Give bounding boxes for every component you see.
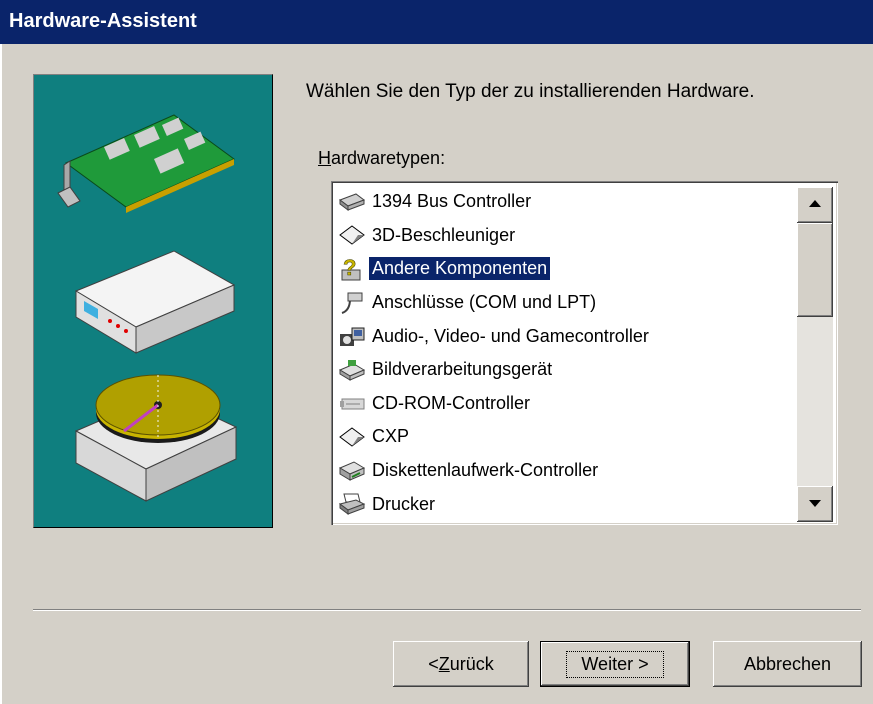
list-item-label: CD-ROM-Controller [372,392,531,413]
list-items: 1394 Bus Controller 3D-Beschleuniger? Ande… [335,185,798,521]
next-button[interactable]: Weiter > [540,641,690,687]
list-item[interactable]: Diskettenlaufwerk-Controller [335,454,798,488]
diamond-icon [335,425,369,449]
wizard-illustration-panel [33,74,273,528]
svg-text:?: ? [343,256,356,280]
list-item-label: Drucker [372,493,436,514]
expansion-card-icon [57,114,235,213]
scroll-up-button[interactable] [797,187,833,223]
cancel-button[interactable]: Abbrechen [713,641,862,687]
list-item[interactable]: Drucker [335,487,798,521]
list-item[interactable]: Audio-, Video- und Gamecontroller [335,319,798,353]
floppy-controller-icon [335,459,369,483]
port-plug-icon [335,291,369,315]
arrow-down-icon [809,500,821,507]
scanner-icon [335,358,369,382]
list-item[interactable]: 1394 Bus Controller [335,185,798,219]
list-item-label: Anschlüsse (COM und LPT) [372,292,597,313]
modem-icon [74,250,236,354]
list-item[interactable]: CD-ROM-Controller [335,387,798,421]
hard-disk-icon [74,374,238,502]
question-device-icon: ? [335,256,369,281]
window-title: Hardware-Assistent [9,10,197,32]
list-item[interactable]: CXP [335,420,798,454]
hardware-illustration [57,114,238,502]
bus-controller-icon [335,190,369,214]
list-item-label: CXP [372,426,410,447]
hardware-types-list[interactable]: 1394 Bus Controller 3D-Beschleuniger? Ande… [331,181,838,525]
list-item-label: Andere Komponenten [369,257,551,281]
list-item-label: Diskettenlaufwerk-Controller [372,460,599,481]
list-item-label: 1394 Bus Controller [372,191,532,212]
list-item-label: Bildverarbeitungsgerät [372,359,553,380]
separator [33,609,861,611]
vertical-scrollbar[interactable] [797,187,833,522]
list-item-label: Audio-, Video- und Gamecontroller [372,325,649,346]
audio-video-icon [335,324,369,348]
scroll-down-button[interactable] [797,486,833,522]
list-item[interactable]: 3D-Beschleuniger [335,219,798,253]
printer-icon [335,492,369,516]
diamond-icon [335,223,369,247]
list-item[interactable]: ? Andere Komponenten [335,252,798,286]
arrow-up-icon [809,200,821,207]
list-item[interactable]: Anschlüsse (COM und LPT) [335,286,798,320]
title-bar[interactable]: Hardware-Assistent [0,0,873,44]
back-button[interactable]: < Zurück [393,641,529,687]
hardware-types-label: Hardwaretypen: [318,148,446,168]
cdrom-controller-icon [335,391,369,415]
window-border [0,44,2,704]
scroll-thumb[interactable] [797,223,833,317]
list-item-label: 3D-Beschleuniger [372,224,516,245]
list-item[interactable]: Bildverarbeitungsgerät [335,353,798,387]
instruction-text: Wählen Sie den Typ der zu installierende… [306,81,755,102]
